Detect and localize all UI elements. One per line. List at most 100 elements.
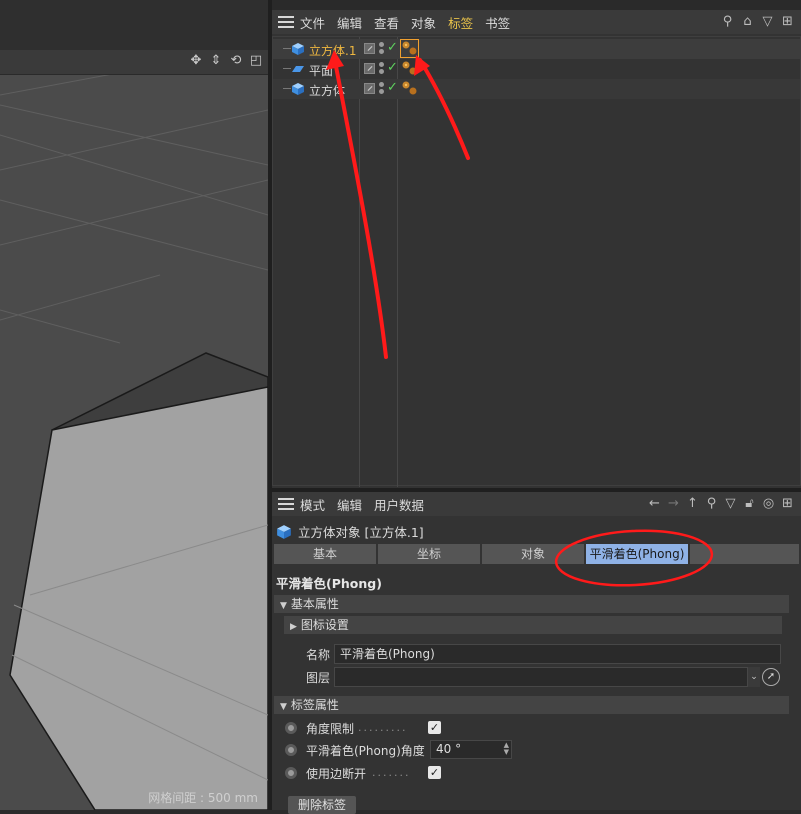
object-row-cube[interactable]: 立方体 ✓: [273, 79, 800, 99]
tree-line: [283, 88, 291, 89]
layer-label: 图层: [306, 671, 331, 685]
om-menubar: 文件 编辑 查看 对象 标签 书签 ⚲ ⌂ ▽ ⊞: [272, 10, 801, 34]
visibility-dots-icon[interactable]: [379, 42, 385, 56]
collapse-triangle-icon: ▶: [290, 622, 297, 632]
home-icon[interactable]: ⌂: [740, 14, 755, 30]
object-manager: 文件 编辑 查看 对象 标签 书签 ⚲ ⌂ ▽ ⊞ 立方体.1 ✓ 平面 ✓ 立…: [272, 0, 801, 488]
group-basic-properties[interactable]: ▼ 基本属性: [274, 595, 789, 613]
name-label: 名称: [306, 648, 331, 662]
column-divider: [397, 37, 398, 487]
group-icon-settings[interactable]: ▶ 图标设置: [284, 616, 782, 634]
3d-viewport[interactable]: ✥ ⇕ ⟲ ◰ 网格间距 : 500 mm: [0, 0, 268, 810]
filter-icon[interactable]: ▽: [723, 496, 738, 512]
layer-icon[interactable]: [364, 63, 375, 74]
menu-object[interactable]: 对象: [411, 13, 436, 32]
animate-radio-icon[interactable]: [285, 722, 297, 734]
edge-breaks-checkbox[interactable]: ✓: [428, 766, 441, 779]
angle-limit-label: 角度限制: [306, 722, 355, 736]
hamburger-menu-icon[interactable]: [278, 16, 294, 28]
enabled-check-icon[interactable]: ✓: [387, 40, 398, 55]
om-header-strip: [272, 0, 801, 10]
expand-triangle-icon: ▼: [280, 601, 287, 611]
tab-spacer: [690, 544, 799, 564]
group-label: 图标设置: [300, 618, 349, 632]
menu-view[interactable]: 查看: [374, 13, 399, 32]
attr-menubar: 模式 编辑 用户数据 ← → ↑ ⚲ ▽ 🔓︎ ◎ ⊞: [272, 492, 801, 516]
layer-icon[interactable]: [364, 83, 375, 94]
layer-field[interactable]: [334, 667, 748, 687]
object-title-text: 立方体对象 [立方体.1]: [298, 525, 424, 540]
leader-dots: .......: [372, 766, 411, 779]
object-name[interactable]: 立方体.1: [309, 42, 356, 59]
plane-icon: [292, 66, 304, 72]
group-label: 标签属性: [290, 698, 339, 712]
column-divider: [359, 37, 360, 487]
object-name[interactable]: 立方体: [309, 82, 345, 99]
cube-icon: [277, 524, 291, 539]
search-icon[interactable]: ⚲: [720, 14, 735, 30]
visibility-dots-icon[interactable]: [379, 82, 385, 96]
back-arrow-icon[interactable]: ←: [647, 496, 662, 512]
tree-line: [283, 68, 291, 69]
phong-tag-icon[interactable]: [400, 39, 419, 58]
animate-radio-icon[interactable]: [285, 767, 297, 779]
menu-mode[interactable]: 模式: [300, 495, 325, 514]
object-row-cube-1[interactable]: 立方体.1 ✓: [273, 39, 800, 59]
enabled-check-icon[interactable]: ✓: [387, 80, 398, 95]
pick-arrow-icon[interactable]: ➚: [762, 668, 780, 686]
cube-front-face: [9, 386, 268, 810]
section-title: 平滑着色(Phong): [276, 576, 382, 591]
rotate-view-icon[interactable]: ⟲: [228, 53, 244, 69]
phong-tag-icon[interactable]: [401, 80, 418, 97]
new-panel-icon[interactable]: ⊞: [780, 496, 795, 512]
spin-arrows-icon[interactable]: ▲ ▼: [504, 742, 509, 756]
object-name[interactable]: 平面: [309, 62, 333, 79]
forward-arrow-icon[interactable]: →: [666, 496, 681, 512]
tab-basic[interactable]: 基本: [274, 544, 376, 564]
attribute-manager: 模式 编辑 用户数据 ← → ↑ ⚲ ▽ 🔓︎ ◎ ⊞ 立方体对象 [立方体.1…: [272, 492, 801, 814]
object-list[interactable]: 立方体.1 ✓ 平面 ✓ 立方体 ✓: [272, 36, 801, 487]
layer-dropdown-icon[interactable]: ⌄: [748, 667, 760, 687]
menu-user-data[interactable]: 用户数据: [374, 495, 424, 514]
group-label: 基本属性: [290, 597, 339, 611]
name-field[interactable]: 平滑着色(Phong): [334, 644, 781, 664]
object-row-plane[interactable]: 平面 ✓: [273, 59, 800, 79]
menu-edit[interactable]: 编辑: [337, 495, 362, 514]
angle-limit-checkbox[interactable]: ✓: [428, 721, 441, 734]
phong-tag-icon[interactable]: [401, 60, 418, 77]
phong-angle-value: 40 °: [436, 742, 462, 756]
visibility-dots-icon[interactable]: [379, 62, 385, 76]
up-arrow-icon[interactable]: ↑: [685, 496, 700, 512]
phong-angle-field[interactable]: 40 ° ▲ ▼: [430, 740, 512, 759]
lock-icon[interactable]: 🔓︎: [742, 496, 757, 512]
expand-triangle-icon: ▼: [280, 702, 287, 712]
menu-tag[interactable]: 标签: [448, 13, 473, 32]
filter-icon[interactable]: ▽: [760, 14, 775, 30]
phong-angle-label: 平滑着色(Phong)角度: [306, 744, 425, 758]
group-tag-properties[interactable]: ▼ 标签属性: [274, 696, 789, 714]
menu-file[interactable]: 文件: [300, 13, 325, 32]
target-icon[interactable]: ◎: [761, 496, 776, 512]
move-view-icon[interactable]: ✥: [188, 53, 204, 69]
new-panel-icon[interactable]: ⊞: [780, 14, 795, 30]
edge-breaks-label: 使用边断开: [306, 767, 367, 781]
attribute-tabs: 基本 坐标 对象 平滑着色(Phong): [274, 544, 799, 564]
viewport-toolbar: ✥ ⇕ ⟲ ◰: [0, 50, 268, 75]
grid-spacing-readout: 网格间距 : 500 mm: [148, 791, 258, 805]
layer-icon[interactable]: [364, 43, 375, 54]
leader-dots: .........: [358, 721, 408, 734]
hamburger-menu-icon[interactable]: [278, 498, 294, 510]
tab-coordinates[interactable]: 坐标: [378, 544, 480, 564]
menu-edit[interactable]: 编辑: [337, 13, 362, 32]
search-icon[interactable]: ⚲: [704, 496, 719, 512]
maximize-view-icon[interactable]: ◰: [248, 53, 264, 69]
delete-tag-button[interactable]: 删除标签: [288, 796, 356, 814]
cube-icon: [292, 83, 304, 95]
enabled-check-icon[interactable]: ✓: [387, 60, 398, 75]
viewport-scene[interactable]: [0, 75, 268, 810]
tab-phong[interactable]: 平滑着色(Phong): [586, 544, 688, 564]
tab-object[interactable]: 对象: [482, 544, 584, 564]
menu-bookmark[interactable]: 书签: [485, 13, 510, 32]
animate-radio-icon[interactable]: [285, 744, 297, 756]
pan-view-icon[interactable]: ⇕: [208, 53, 224, 69]
